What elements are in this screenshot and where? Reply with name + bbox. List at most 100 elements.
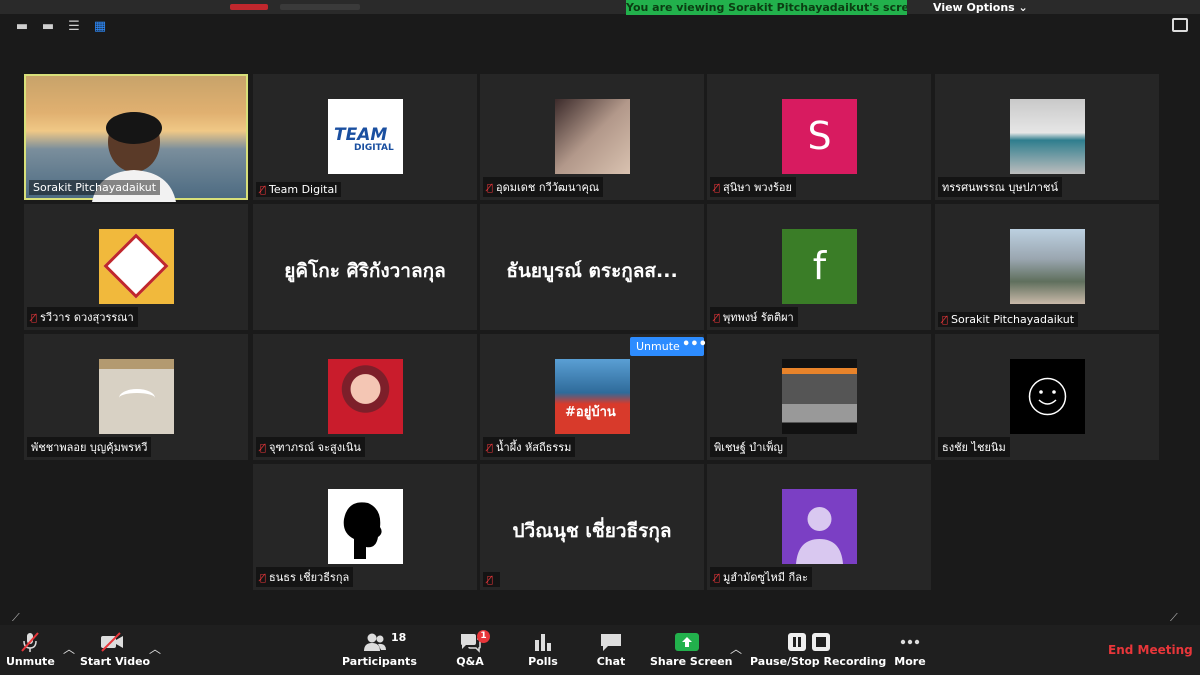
profile-photo — [1010, 229, 1085, 304]
default-avatar — [782, 489, 857, 564]
participant-name-large: ธันยบูรณ์ ตระกูลส... — [506, 260, 678, 282]
profile-photo — [555, 99, 630, 174]
diamond-emblem — [103, 233, 169, 299]
profile-photo — [99, 229, 174, 304]
fullscreen-icon[interactable] — [1172, 18, 1188, 32]
participant-name: 🎙̸ อุดมเดช กวีวัฒนาคุณ — [483, 177, 604, 197]
view-options-button[interactable]: View Options ⌄ — [933, 1, 1028, 14]
pause-stop-icons — [788, 633, 830, 651]
resize-handle-icon[interactable]: ⟋ — [1170, 611, 1182, 624]
pause-stop-recording-button[interactable]: Pause/Stop Recording — [750, 625, 886, 675]
muted-mic-icon: 🎙̸ — [31, 313, 38, 324]
video-off-icon — [101, 632, 123, 652]
participant-name: ธงชัย ไชยนิม — [938, 437, 1010, 457]
polls-button[interactable]: Polls — [524, 625, 562, 675]
participant-name-large: ปวีณนุช เชี่ยวธีรกุล — [512, 520, 672, 542]
participant-name: 🎙̸ จุฑาภรณ์ จะสูงเนิน — [256, 437, 365, 457]
video-tile[interactable]: 🎙̸ จุฑาภรณ์ จะสูงเนิน — [253, 334, 477, 460]
participant-name: พิเชษฐ์ บำเพ็ญ — [710, 437, 787, 457]
participant-name: 🎙̸ มูฮำมัดซูไหมี กีละ — [710, 567, 812, 587]
qa-notification-badge: 1 — [477, 630, 490, 643]
participant-name: 🎙̸ รวีวาร ดวงสุวรรณา — [27, 307, 138, 327]
profile-photo — [1010, 99, 1085, 174]
taskbar-item — [230, 4, 268, 10]
participant-name-large: ยูคิโกะ ศิริกังวาลกุล — [284, 260, 446, 282]
more-options-button[interactable]: ••• — [682, 337, 707, 356]
wing-emblem — [119, 389, 155, 407]
muted-mic-icon: 🎙̸ — [260, 185, 267, 196]
share-options-chevron-icon[interactable]: ︿ — [730, 640, 742, 657]
audio-options-chevron-icon[interactable]: ︿ — [63, 640, 75, 657]
video-tile[interactable]: ธันยบูรณ์ ตระกูลส... — [480, 204, 704, 330]
profile-photo — [99, 359, 174, 434]
unmute-button[interactable]: Unmute — [6, 625, 55, 675]
share-screen-icon — [675, 633, 699, 651]
participant-mute-indicator: 🎙̸ — [483, 572, 501, 587]
video-tile[interactable]: 🎙̸ Sorakit Pitchayadaikut — [935, 204, 1159, 330]
team-digital-logo: TEAM DIGITAL — [328, 99, 403, 174]
silhouette-art — [343, 502, 382, 559]
taskbar-item — [280, 4, 360, 10]
video-tile[interactable]: ธงชัย ไชยนิม — [935, 334, 1159, 460]
more-dots-icon — [900, 639, 920, 645]
photo-banner — [99, 359, 174, 369]
video-tile[interactable]: S 🎙̸ สุนิษา พวงร้อย — [707, 74, 931, 200]
video-tile[interactable]: 🎙̸ รวีวาร ดวงสุวรรณา — [24, 204, 248, 330]
participant-name: 🎙̸ สุนิษา พวงร้อย — [710, 177, 796, 197]
profile-photo — [328, 489, 403, 564]
muted-microphone-icon — [21, 632, 39, 652]
participant-name: Sorakit Pitchayadaikut — [29, 180, 161, 195]
video-tile[interactable]: พิเชษฐ์ บำเพ็ญ — [707, 334, 931, 460]
participant-name: ทรรศนพรรณ บุษปภาชน์ — [938, 177, 1062, 197]
start-video-button[interactable]: Start Video — [80, 625, 150, 675]
participant-name: 🎙̸ น้ำผึ้ง หัสถีธรรม — [483, 437, 576, 457]
smiley-face-icon — [1028, 377, 1067, 416]
muted-mic-icon: 🎙̸ — [487, 183, 494, 194]
chat-icon — [601, 634, 621, 651]
strip-view-icon[interactable]: ▬ — [40, 20, 56, 34]
video-tile[interactable]: ทรรศนพรรณ บุษปภาชน์ — [935, 74, 1159, 200]
speaker-view-icon[interactable]: ☰ — [66, 20, 82, 34]
stay-home-poster: #อยู่บ้าน — [555, 359, 630, 434]
muted-mic-icon: 🎙̸ — [714, 313, 721, 324]
participant-count-badge: 18 — [391, 631, 407, 644]
share-screen-button[interactable]: Share Screen — [650, 625, 733, 675]
video-tile[interactable]: พัชชาพลอย บุญคุ้มพรหวี — [24, 334, 248, 460]
letter-avatar: f — [782, 229, 857, 304]
minimize-icon[interactable]: ▬ — [14, 20, 30, 34]
video-tile[interactable]: f 🎙̸ พุทพงษ์ รัตติผา — [707, 204, 931, 330]
letter-avatar: S — [782, 99, 857, 174]
video-tile-active-speaker[interactable]: Sorakit Pitchayadaikut — [24, 74, 248, 202]
meeting-toolbar: Unmute ︿ Start Video ︿ Participants 18 Q… — [0, 625, 1200, 675]
participant-name: 🎙̸ ธนธร เชี่ยวธีรกุล — [256, 567, 354, 587]
participant-name: 🎙̸ Sorakit Pitchayadaikut — [938, 312, 1079, 327]
muted-mic-icon: 🎙̸ — [942, 315, 949, 326]
more-button[interactable]: More — [890, 625, 930, 675]
video-options-chevron-icon[interactable]: ︿ — [149, 640, 161, 657]
muted-mic-icon: 🎙̸ — [260, 443, 267, 454]
person-icon — [796, 507, 843, 564]
unmute-participant-button[interactable]: Unmute — [630, 337, 686, 356]
smiley-avatar — [1010, 359, 1085, 434]
video-tile[interactable]: 🎙̸ อุดมเดช กวีวัฒนาคุณ — [480, 74, 704, 200]
screen-share-banner: You are viewing Sorakit Pitchayadaikut's… — [626, 0, 907, 15]
video-tile[interactable]: 🎙̸ มูฮำมัดซูไหมี กีละ — [707, 464, 931, 590]
profile-photo — [328, 359, 403, 434]
video-tile[interactable]: TEAM DIGITAL 🎙̸ Team Digital — [253, 74, 477, 200]
resize-handle-icon[interactable]: ⟋ — [12, 611, 24, 624]
participants-icon — [364, 633, 386, 651]
participant-name: 🎙̸ พุทพงษ์ รัตติผา — [710, 307, 798, 327]
video-tile[interactable]: 🎙̸ ธนธร เชี่ยวธีรกุล — [253, 464, 477, 590]
polls-icon — [535, 634, 551, 651]
participant-name: 🎙̸ Team Digital — [256, 182, 342, 197]
gallery-view-icon[interactable]: ▦ — [92, 20, 108, 34]
video-tile[interactable]: ยูคิโกะ ศิริกังวาลกุล — [253, 204, 477, 330]
muted-mic-icon: 🎙̸ — [260, 573, 267, 584]
participant-name: พัชชาพลอย บุญคุ้มพรหวี — [27, 437, 152, 457]
muted-mic-icon: 🎙̸ — [714, 183, 721, 194]
muted-mic-icon: 🎙̸ — [714, 573, 721, 584]
chat-button[interactable]: Chat — [592, 625, 630, 675]
muted-mic-icon: 🎙̸ — [487, 443, 494, 454]
end-meeting-button[interactable]: End Meeting — [1108, 643, 1193, 657]
video-tile[interactable]: ปวีณนุช เชี่ยวธีรกุล 🎙̸ — [480, 464, 704, 590]
